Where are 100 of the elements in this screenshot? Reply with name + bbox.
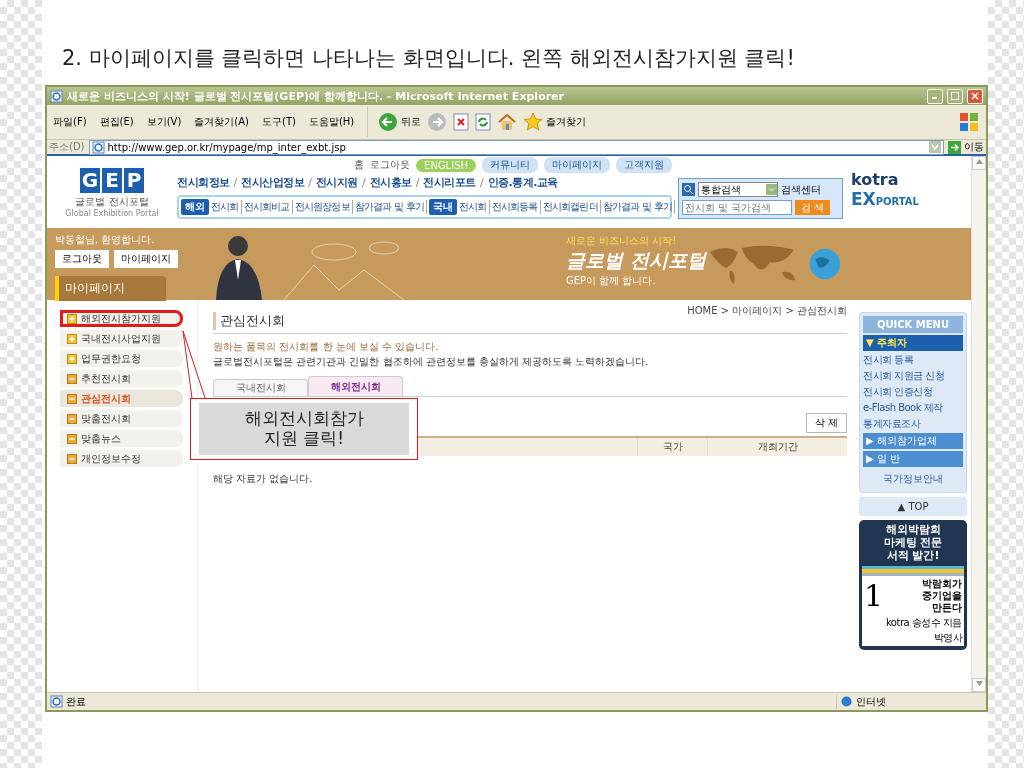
sidebar-item[interactable]: 국내전시사업지원 — [60, 330, 183, 347]
menu-item[interactable]: 보기(V) — [146, 115, 182, 129]
sidebar-item[interactable]: 추천전시회 — [60, 370, 183, 387]
toolbar-button[interactable] — [475, 113, 492, 131]
ad-headline: 해외박람회 — [885, 524, 941, 537]
quick-menu-link[interactable]: 전시회 지원금 신청 — [863, 369, 963, 383]
site-name: 글로벌 전시포털 — [75, 195, 149, 209]
region-badge: 해외 — [181, 199, 209, 215]
menu-item[interactable]: 파일(F) — [53, 115, 87, 129]
close-button[interactable] — [967, 88, 983, 104]
search-center-link[interactable]: 검색센터 — [781, 182, 821, 197]
sub-nav-link[interactable]: 전시회캘린더 — [542, 200, 601, 214]
nav-separator: / — [361, 176, 366, 189]
sub-nav-link[interactable]: 참가결과 및 후기 — [602, 200, 675, 214]
book-ad[interactable]: 해외박람회 마케팅 전문 서적 발간! 1 박람회가 중기업을 만든다 kotra 송성수 지음 박영사 — [859, 520, 967, 651]
quick-menu-link[interactable]: 통계자료조사 — [863, 417, 963, 431]
scrollbar[interactable] — [971, 156, 986, 692]
maximize-button[interactable] — [947, 88, 963, 104]
menu-item[interactable]: 도움말(H) — [308, 115, 355, 129]
partner-logo-name: kotra — [851, 170, 900, 189]
nav-separator: / — [479, 176, 484, 189]
top-link[interactable]: 로그아웃 — [370, 158, 411, 172]
ad-headline: 마케팅 전문 — [883, 537, 943, 550]
quick-menu-link[interactable]: 전시회 인증신청 — [863, 385, 963, 399]
sub-nav-link[interactable]: 전시회비교 — [243, 200, 293, 214]
sidebar-item[interactable]: 업무권한요청 — [60, 350, 183, 367]
nav-link[interactable]: 전시회정보 — [177, 175, 230, 190]
sidebar-item[interactable]: 해외전시참가지원 — [60, 310, 183, 327]
sub-nav-link[interactable]: 전시원장정보 — [294, 200, 353, 214]
toolbar-button[interactable] — [497, 113, 518, 131]
nav-link[interactable]: 전시홍보 — [369, 175, 412, 190]
nav-link[interactable]: 전시산업정보 — [241, 175, 305, 190]
address-label: 주소(D) — [49, 140, 85, 154]
menu-item[interactable]: 즐겨찾기(A) — [194, 115, 249, 129]
callout-text: 해외전시회참가 — [244, 409, 364, 429]
page-title: 관심전시회 — [213, 312, 285, 330]
tab[interactable]: 해외전시회 — [308, 376, 403, 396]
welcome-text: 박동철님, 환영합니다. — [55, 233, 156, 247]
quick-menu-link[interactable]: e-Flash Book 제작 — [863, 401, 963, 415]
toolbar-button[interactable] — [453, 113, 470, 131]
top-menu-button[interactable]: 커뮤니티 — [482, 157, 538, 173]
logo-letter: P — [124, 168, 144, 193]
menu-item[interactable]: 도구(T) — [262, 115, 296, 129]
bullet-icon — [67, 393, 77, 404]
sub-nav-link[interactable]: 참가결과 및 후기 — [354, 200, 427, 214]
tab[interactable]: 국내전시회 — [213, 379, 308, 396]
go-button[interactable]: 이동 — [948, 140, 984, 154]
section-heading: 마이페이지 — [55, 276, 166, 301]
site-tagline: Global Exhibition Portal — [65, 209, 159, 218]
logo-letter: G — [80, 168, 100, 193]
nav-link[interactable]: 전시리포트 — [423, 175, 476, 190]
book-publisher: 박영사 — [932, 631, 964, 646]
column-header: 국가 — [637, 438, 707, 456]
toolbar-button[interactable]: 즐겨찾기 — [523, 112, 587, 132]
top-menu-button[interactable]: 고객지원 — [616, 157, 672, 173]
sidebar-item[interactable]: 맞춤전시회 — [60, 410, 183, 427]
logo-letter: E — [102, 168, 122, 193]
quick-menu-link[interactable]: 국가정보안내 — [863, 469, 963, 489]
banner-title: 글로벌 전시포털 — [566, 248, 706, 273]
partner-logo-word: PORTAL — [875, 196, 919, 207]
delete-button[interactable]: 삭 제 — [805, 413, 847, 433]
sub-nav-link[interactable]: 전시회 — [459, 200, 490, 214]
nav-link[interactable]: 전시지원 — [315, 175, 358, 190]
top-button[interactable]: ▲ TOP — [859, 497, 967, 516]
scroll-down-button[interactable] — [972, 678, 986, 692]
up-arrow-icon — [975, 159, 983, 164]
bullet-icon — [67, 433, 77, 444]
account-button[interactable]: 마이페이지 — [114, 250, 178, 268]
region-badge: 국내 — [429, 199, 457, 215]
quick-menu-section[interactable]: ▼ 주최자 — [863, 335, 963, 351]
search-field[interactable]: 전시회 및 국가검색 — [682, 200, 792, 215]
book-title: 만든다 — [932, 602, 962, 615]
sub-nav-link[interactable]: 전시회등록 — [491, 200, 541, 214]
top-menu-button[interactable]: 마이페이지 — [544, 157, 610, 173]
sub-nav-link[interactable]: 전시회 — [211, 200, 242, 214]
banner-subtitle: GEP이 함께 합니다. — [566, 274, 657, 288]
minimize-button[interactable] — [927, 88, 943, 104]
sidebar-item[interactable]: 맞춤뉴스 — [60, 430, 183, 447]
account-button[interactable]: 로그아웃 — [55, 250, 109, 268]
refresh-icon — [475, 113, 492, 131]
status-text: 완료 — [66, 694, 86, 709]
nav-separator: / — [308, 176, 312, 189]
stop-icon — [453, 113, 470, 131]
quick-menu-link[interactable]: 전시회 등록 — [863, 353, 963, 367]
plus-icon — [67, 353, 77, 364]
banner-slogan: 새로운 비즈니스의 시작! — [566, 234, 678, 248]
book-title: 중기업을 — [922, 590, 962, 603]
book-number: 1 — [864, 581, 884, 612]
zone-text: 인터넷 — [856, 694, 886, 709]
toolbar-button[interactable]: 뒤로 — [378, 112, 422, 132]
menu-item[interactable]: 편집(E) — [99, 115, 134, 129]
slide-title: 2. 마이페이지를 클릭하면 나타나는 화면입니다. 왼쪽 해외전시참가지원 클릭! — [61, 45, 796, 72]
bullet-icon — [67, 373, 77, 384]
top-link[interactable]: 홈 — [354, 158, 365, 172]
nav-link[interactable]: 인증.통계.교육 — [487, 175, 558, 190]
scroll-up-button[interactable] — [972, 156, 986, 170]
search-scope-select[interactable]: 통합검색 — [698, 182, 778, 197]
sidebar-item[interactable]: 개인정보수정 — [60, 450, 183, 467]
down-arrow-icon — [975, 681, 983, 686]
search-icon — [682, 183, 695, 196]
